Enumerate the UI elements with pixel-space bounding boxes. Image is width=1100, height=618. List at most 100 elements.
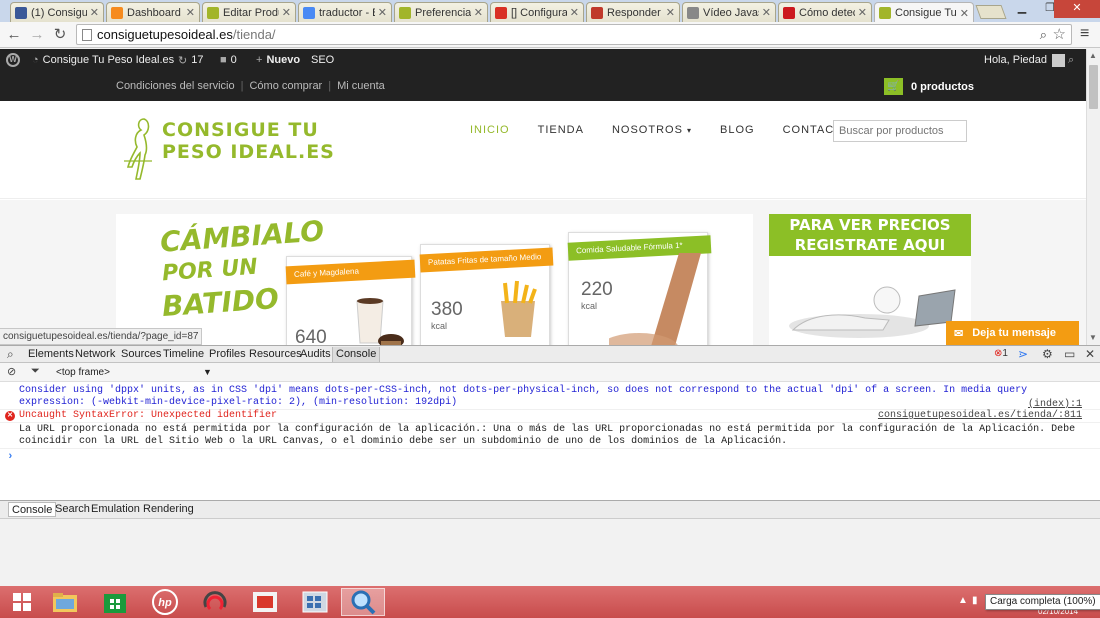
reload-icon[interactable]: ↻ xyxy=(50,25,70,45)
tab-sources[interactable]: Sources xyxy=(121,348,161,360)
close-icon[interactable]: ✕ xyxy=(186,6,195,19)
scroll-thumb[interactable] xyxy=(1089,65,1098,109)
close-icon[interactable]: ✕ xyxy=(762,6,771,19)
link-terms[interactable]: Condiciones del servicio xyxy=(116,80,235,92)
browser-tab-4[interactable]: Preferencias ✕ xyxy=(394,2,488,22)
scroll-up-arrow-icon[interactable]: ▲ xyxy=(1089,51,1097,60)
taskbar-hp[interactable]: hp xyxy=(143,588,187,616)
site-top-bar: Condiciones del servicio | Cómo comprar | Mi… xyxy=(0,71,1086,101)
browser-tab-0[interactable]: (1) Consigue✕ xyxy=(10,2,104,22)
banner-card-label: Patatas Fritas de tamaño Medio xyxy=(419,247,554,273)
register-ad[interactable]: PARA VER PRECIOS REGISTRATE AQUI xyxy=(769,214,971,345)
blogger-favicon-icon xyxy=(111,6,123,19)
browser-tab-3[interactable]: traductor - B ✕ xyxy=(298,2,392,22)
inspect-magnifier-icon[interactable]: ⌕ xyxy=(7,347,14,362)
zoom-magnifier-icon[interactable]: ⌕ xyxy=(1040,25,1047,44)
error-counter[interactable]: ⊗1 xyxy=(994,348,1008,359)
close-icon[interactable]: ✕ xyxy=(90,6,99,19)
taskbar-store[interactable] xyxy=(93,588,137,616)
taskbar-app-xp[interactable] xyxy=(293,588,337,616)
cart-link[interactable]: 🛒 0 productos xyxy=(884,78,974,95)
taskbar-magnifier[interactable] xyxy=(341,588,385,616)
link-how-to-buy[interactable]: Cómo comprar xyxy=(249,80,322,92)
taskbar-explorer[interactable] xyxy=(43,588,87,616)
drawer-tab-rendering[interactable]: Rendering xyxy=(143,503,194,515)
promo-banner[interactable]: CÁMBIALO POR UN BATIDO Café y Magdalena … xyxy=(116,214,753,345)
close-icon[interactable]: ✕ xyxy=(570,6,579,19)
page-scrollbar[interactable]: ▲ ▼ xyxy=(1086,49,1100,345)
browser-tab-6[interactable]: Responder T✕ xyxy=(586,2,680,22)
nav-item-blog[interactable]: BLOG xyxy=(720,124,755,136)
browser-tab-8[interactable]: Cómo detec ✕ xyxy=(778,2,872,22)
nav-item-nosotros[interactable]: NOSOTROS ▾ xyxy=(612,124,692,136)
tab-audits[interactable]: Audits xyxy=(300,348,331,360)
admin-new[interactable]: + Nuevo xyxy=(256,53,300,67)
browser-tab-7[interactable]: Vídeo Javasc✕ xyxy=(682,2,776,22)
logo-line-1: CONSIGUE TU xyxy=(162,119,319,141)
tab-profiles[interactable]: Profiles xyxy=(209,348,246,360)
product-search-input[interactable] xyxy=(833,120,967,142)
console-prompt[interactable]: › xyxy=(7,451,14,463)
clear-console-icon[interactable]: ⊘ xyxy=(7,365,16,378)
tab-timeline[interactable]: Timeline xyxy=(163,348,204,360)
drawer-tab-search[interactable]: Search xyxy=(55,503,90,515)
taskbar-app-media[interactable] xyxy=(243,588,287,616)
close-icon[interactable]: ✕ xyxy=(282,6,291,19)
bookmark-star-icon[interactable]: ☆ xyxy=(1053,25,1066,44)
site-favicon-icon xyxy=(879,7,891,19)
browser-tab-active[interactable]: Consigue Tu ✕ xyxy=(874,2,974,23)
tab-resources[interactable]: Resources xyxy=(249,348,302,360)
devtools-drawer-tabs: Console Search Emulation Rendering xyxy=(0,500,1100,519)
back-arrow-icon[interactable]: ← xyxy=(4,25,24,45)
message-source-link[interactable]: consiguetupesoideal.es/tienda/:811 xyxy=(869,410,1082,422)
close-icon[interactable]: ✕ xyxy=(666,6,675,19)
admin-seo[interactable]: SEO xyxy=(311,53,334,67)
silhouette-logo-icon xyxy=(124,118,152,180)
new-tab-button[interactable] xyxy=(975,5,1007,19)
dock-icon[interactable]: ▭ xyxy=(1064,347,1075,361)
banner-headline-2: POR UN xyxy=(161,254,259,287)
close-icon[interactable]: ✕ xyxy=(858,6,867,19)
forward-arrow-icon[interactable]: → xyxy=(27,25,47,45)
site-favicon-icon xyxy=(591,6,603,19)
admin-site-name[interactable]: ◔ Consigue Tu Peso Ideal.es xyxy=(32,53,174,67)
tray-network-icon[interactable]: ▮ xyxy=(972,595,978,606)
drawer-toggle-icon[interactable]: ⋗ xyxy=(1018,347,1028,361)
drawer-tab-console[interactable]: Console xyxy=(8,502,57,517)
tab-network[interactable]: Network xyxy=(75,348,115,360)
nav-item-tienda[interactable]: TIENDA xyxy=(538,124,584,136)
taskbar-app-swirl[interactable] xyxy=(193,588,237,616)
browser-tab-1[interactable]: Dashboard ✕ xyxy=(106,2,200,22)
browser-tab-5[interactable]: [] Configura ✕ xyxy=(490,2,584,22)
gear-icon[interactable]: ⚙ xyxy=(1042,347,1053,361)
admin-updates[interactable]: ↻ 17 xyxy=(178,53,203,67)
close-window-icon[interactable]: ✕ xyxy=(1054,0,1100,18)
wordpress-logo-icon[interactable]: W xyxy=(6,53,20,67)
browser-tab-2[interactable]: Editar Produ ✕ xyxy=(202,2,296,22)
admin-comments[interactable]: ■ 0 xyxy=(220,53,237,67)
scroll-down-arrow-icon[interactable]: ▼ xyxy=(1089,333,1097,342)
site-logo[interactable]: CONSIGUE TU PESO IDEAL.ES xyxy=(118,115,334,181)
hamburger-menu-icon[interactable]: ≡ xyxy=(1080,25,1089,43)
leave-message-button[interactable]: ✉ Deja tu mensaje xyxy=(946,321,1079,345)
nav-item-inicio[interactable]: INICIO xyxy=(470,124,510,136)
google-favicon-icon xyxy=(303,6,315,19)
close-icon[interactable]: ✕ xyxy=(960,7,969,20)
tab-console[interactable]: Console xyxy=(332,347,381,362)
frame-selector[interactable]: <top frame> xyxy=(56,367,110,378)
link-my-account[interactable]: Mi cuenta xyxy=(337,80,385,92)
plus-icon: + xyxy=(256,54,263,66)
admin-account[interactable]: Hola, Piedad xyxy=(984,53,1065,67)
minimize-icon[interactable]: ▁ xyxy=(1008,0,1036,18)
address-bar[interactable]: consiguetupesoideal.es/tienda/ ⌕ ☆ xyxy=(76,24,1072,45)
close-devtools-icon[interactable]: ✕ xyxy=(1085,347,1095,361)
search-icon[interactable]: ⌕ xyxy=(1068,53,1074,67)
drawer-tab-emulation[interactable]: Emulation xyxy=(91,503,140,515)
chevron-down-icon[interactable]: ▼ xyxy=(203,367,212,377)
close-icon[interactable]: ✕ xyxy=(474,6,483,19)
tray-chevron-icon[interactable]: ▲ xyxy=(958,595,968,606)
tab-elements[interactable]: Elements xyxy=(28,348,74,360)
start-button[interactable] xyxy=(0,588,44,616)
filter-icon[interactable]: ⏷ xyxy=(31,365,40,378)
close-icon[interactable]: ✕ xyxy=(378,6,387,19)
